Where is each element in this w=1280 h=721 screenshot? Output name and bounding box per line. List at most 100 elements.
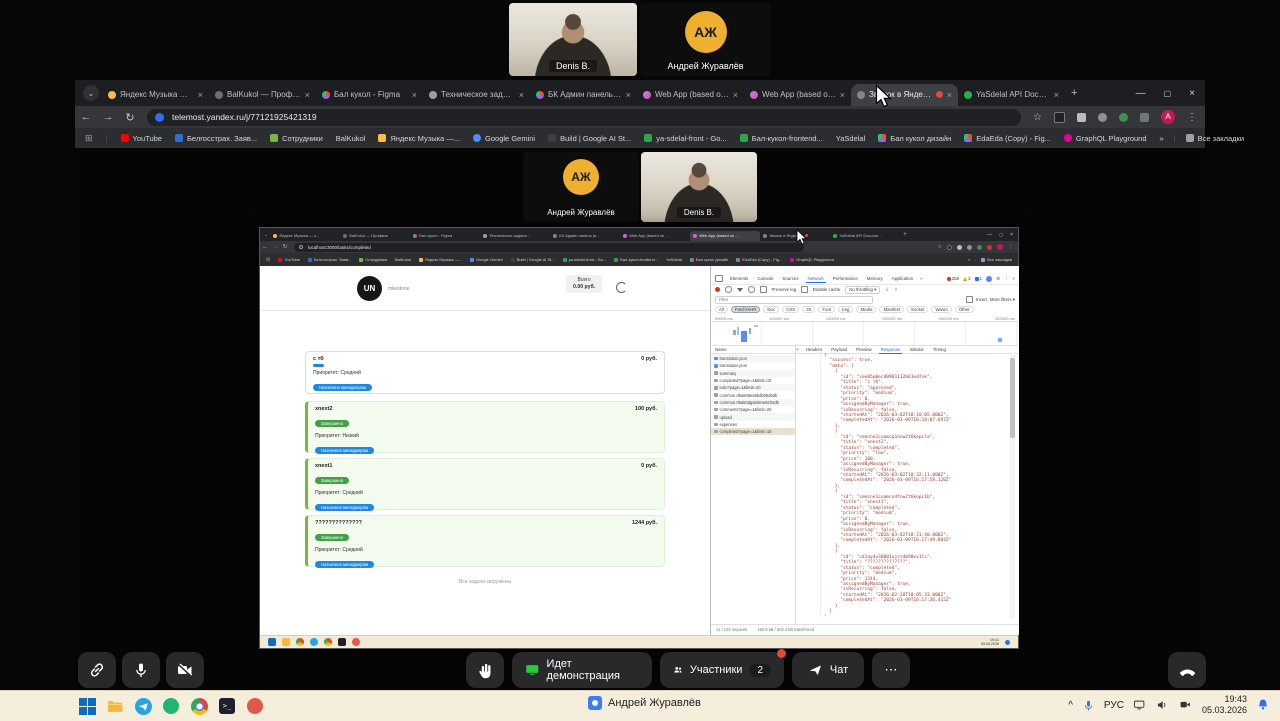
participants-button[interactable]: Участники 2: [660, 652, 784, 688]
url-input[interactable]: [170, 111, 1013, 123]
device-toolbar-icon[interactable]: [715, 275, 723, 282]
clear-icon[interactable]: [725, 286, 732, 293]
name-column-header[interactable]: Name: [715, 347, 791, 352]
profile-avatar[interactable]: A: [1161, 110, 1175, 124]
panel-tab-payload[interactable]: Payload: [829, 346, 849, 353]
reload-icon[interactable]: ↻: [119, 111, 141, 124]
close-icon[interactable]: ×: [412, 90, 417, 100]
menu-kebab-icon[interactable]: ⋮: [1187, 112, 1197, 123]
close-icon[interactable]: ×: [840, 90, 845, 100]
task-card[interactable]: ?????????????? 1244 руб. Завершено Приор…: [305, 515, 665, 567]
all-bookmarks-button[interactable]: Все закладки: [1186, 134, 1244, 143]
request-row[interactable]: upload: [711, 413, 795, 420]
bookmark-belgosstrah[interactable]: Белгосстрах. Заяв...: [175, 134, 257, 143]
search-icon[interactable]: [748, 286, 755, 293]
chip-img[interactable]: Img: [838, 306, 853, 313]
request-row[interactable]: translation.json: [711, 362, 795, 369]
extensions-puzzle-icon[interactable]: [1140, 113, 1149, 122]
bookmark-balkukol[interactable]: BalKukol: [336, 134, 366, 143]
taskbar-clock[interactable]: 19:43 05.03.2026: [1202, 694, 1247, 716]
video-tile-denis[interactable]: Denis B.: [509, 3, 637, 76]
more-filters-button[interactable]: More filters ▾: [990, 297, 1015, 303]
error-badge[interactable]: 256: [947, 276, 959, 281]
language-indicator[interactable]: РУС: [1104, 700, 1124, 711]
screen-share-status-button[interactable]: Идет демонстрация: [512, 652, 652, 688]
tab-tech-spec[interactable]: Техническое задани...×: [423, 84, 530, 106]
speaker-icon[interactable]: [1156, 698, 1170, 712]
back-icon[interactable]: ←: [75, 111, 97, 123]
upload-icon[interactable]: ⇧: [894, 287, 898, 293]
camera-off-button[interactable]: [166, 652, 204, 688]
tab-admin-panel[interactable]: БК Админ панель (п...×: [530, 84, 637, 106]
devtools-tab-console[interactable]: Console: [755, 275, 775, 282]
bookmarks-overflow-button[interactable]: »: [1160, 134, 1164, 143]
close-devtools-icon[interactable]: ×: [1012, 276, 1015, 281]
devtools-extension-icon[interactable]: [986, 276, 992, 282]
devtools-scrollbar[interactable]: [1010, 352, 1015, 618]
extension-icon[interactable]: [1054, 112, 1065, 123]
chip-media[interactable]: Media: [856, 306, 876, 313]
devtools-tab-network[interactable]: Network: [806, 275, 826, 283]
more-options-button[interactable]: ⋯: [872, 652, 910, 688]
devtools-tab-memory[interactable]: Memory: [865, 275, 885, 282]
file-explorer-button[interactable]: [106, 697, 124, 715]
copy-link-button[interactable]: [78, 652, 116, 688]
devtools-tab-application[interactable]: Application: [890, 275, 915, 282]
warning-badge[interactable]: 2: [963, 276, 970, 281]
devtools-tab-elements[interactable]: Elements: [728, 275, 750, 282]
preserve-log-checkbox[interactable]: [760, 286, 767, 293]
inner-video-tile-denis[interactable]: Denis B.: [641, 152, 757, 222]
request-row-selected[interactable]: completed?page=1&limit=10: [711, 428, 795, 435]
panel-tab-initiator[interactable]: Initiator: [907, 346, 925, 353]
request-row[interactable]: common.d5a500ea9bdb05d0db: [711, 392, 795, 399]
tab-search-icon[interactable]: ⌄: [83, 85, 99, 101]
bookmark-gemini[interactable]: Google Gemini: [473, 134, 535, 143]
record-icon[interactable]: [715, 287, 720, 292]
bookmark-edaeda[interactable]: EdaEda (Copy) - Fig...: [964, 134, 1051, 143]
disable-cache-checkbox[interactable]: [801, 286, 808, 293]
request-row[interactable]: expenses: [711, 421, 795, 428]
raise-hand-button[interactable]: [466, 652, 504, 688]
microphone-button[interactable]: [122, 652, 160, 688]
chip-manifest[interactable]: Manifest: [879, 306, 904, 313]
request-row[interactable]: common.05a50dga50mw5zh0db: [711, 399, 795, 406]
bookmark-yasdelal[interactable]: YaSdelal: [836, 134, 865, 143]
chip-all[interactable]: All: [715, 306, 728, 313]
app-green-button[interactable]: [162, 697, 180, 715]
tab-balkukol[interactable]: BalKukol — Профиль×: [209, 84, 316, 106]
chip-js[interactable]: JS: [802, 306, 815, 313]
close-icon[interactable]: ×: [198, 90, 203, 100]
devtools-more-tabs[interactable]: »: [920, 276, 922, 281]
display-icon[interactable]: [1133, 698, 1147, 712]
forward-icon[interactable]: →: [97, 111, 119, 123]
chip-fetch-xhr[interactable]: Fetch/XHR: [731, 306, 760, 313]
chip-font[interactable]: Font: [818, 306, 835, 313]
devtools-tab-sources[interactable]: Sources: [780, 275, 800, 282]
network-filter-input[interactable]: [715, 296, 873, 304]
taskbar-window-button[interactable]: Андрей Журавлёв: [588, 696, 701, 710]
address-bar[interactable]: [147, 109, 1021, 126]
chat-button[interactable]: Чат: [792, 652, 864, 688]
request-row[interactable]: comments?page=1&limit=20: [711, 406, 795, 413]
mic-extension-icon[interactable]: [1098, 113, 1107, 122]
bookmark-youtube[interactable]: YouTube: [121, 134, 162, 143]
bookmark-ya-sdelal-front[interactable]: ya-sdelal-front - Go...: [644, 134, 726, 143]
task-card[interactable]: с тб 0 руб. Приоритет: Средний Назначено…: [305, 351, 665, 394]
request-row[interactable]: todo?page=1&limit=10: [711, 384, 795, 391]
close-icon[interactable]: ×: [1054, 90, 1059, 100]
shield-extension-icon[interactable]: [1077, 113, 1086, 122]
notification-bell-icon[interactable]: [1256, 698, 1270, 712]
bookmark-star-icon[interactable]: ☆: [1033, 112, 1042, 123]
network-overview-strip[interactable]: [711, 321, 1019, 346]
chip-socket[interactable]: Socket: [907, 306, 928, 313]
inner-video-tile-andrey[interactable]: АЖ Андрей Журавлёв: [523, 152, 639, 222]
start-button[interactable]: [78, 697, 96, 715]
video-tile-andrey[interactable]: АЖ Андрей Журавлёв: [640, 3, 771, 76]
apps-grid-icon[interactable]: ⊞: [85, 133, 93, 144]
task-card[interactable]: xnext2 100 руб. Завершено Приоритет: Низ…: [305, 401, 665, 453]
chip-other[interactable]: Other: [955, 306, 974, 313]
tab-figma[interactable]: Бал кукол - Figma×: [316, 84, 423, 106]
bookmark-graphql[interactable]: GraphQL Playground: [1064, 134, 1147, 143]
close-icon[interactable]: ×: [305, 90, 310, 100]
tray-expand-icon[interactable]: ^: [1068, 700, 1073, 711]
